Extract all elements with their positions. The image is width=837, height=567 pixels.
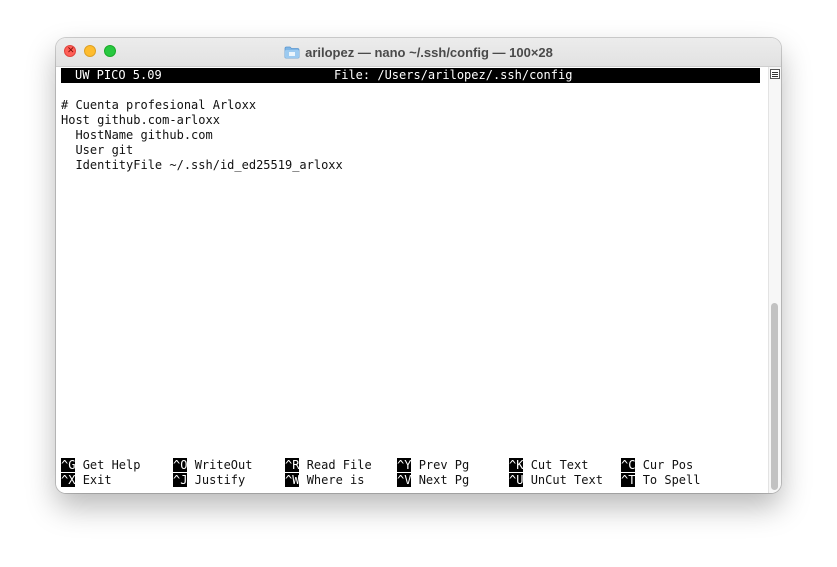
- shortcut-label: Exit: [82, 473, 112, 487]
- terminal-window: ✕ arilopez — nano ~/.ssh/config — 100×28…: [56, 38, 781, 493]
- shortcut-label: To Spell: [642, 473, 701, 487]
- file-line[interactable]: Host github.com-arloxx: [61, 113, 220, 128]
- shortcut-label: Cut Text: [530, 458, 589, 472]
- shortcut-key: ^R: [285, 458, 300, 472]
- shortcut-key: ^X: [61, 473, 76, 487]
- file-line[interactable]: # Cuenta profesional Arloxx: [61, 98, 256, 113]
- shortcut-where-is: ^W Where is: [285, 473, 364, 488]
- shortcut-key: ^C: [621, 458, 636, 472]
- shortcut-next-pg: ^V Next Pg: [397, 473, 469, 488]
- shortcut-cur-pos: ^C Cur Pos: [621, 458, 693, 473]
- editor-file-label: File: /Users/arilopez/.ssh/config: [334, 68, 573, 82]
- file-line[interactable]: IdentityFile ~/.ssh/id_ed25519_arloxx: [61, 158, 342, 173]
- shortcut-key: ^W: [285, 473, 300, 487]
- shortcut-label: WriteOut: [194, 458, 253, 472]
- shortcut-label: Get Help: [82, 458, 141, 472]
- shortcut-read-file: ^R Read File: [285, 458, 372, 473]
- shortcut-label: Justify: [194, 473, 246, 487]
- shortcut-to-spell: ^T To Spell: [621, 473, 700, 488]
- window-title-group: arilopez — nano ~/.ssh/config — 100×28: [56, 38, 781, 66]
- shortcut-key: ^K: [509, 458, 524, 472]
- shortcut-key: ^J: [173, 473, 188, 487]
- shortcut-writeout: ^O WriteOut: [173, 458, 252, 473]
- shortcut-get-help: ^G Get Help: [61, 458, 140, 473]
- shortcut-label: Next Pg: [418, 473, 470, 487]
- terminal-content[interactable]: UW PICO 5.09 File: /Users/arilopez/.ssh/…: [56, 67, 768, 493]
- editor-header: UW PICO 5.09 File: /Users/arilopez/.ssh/…: [61, 68, 760, 83]
- shortcut-key: ^O: [173, 458, 188, 472]
- scroll-handle-icon[interactable]: [770, 69, 780, 79]
- shortcut-justify: ^J Justify: [173, 473, 245, 488]
- shortcut-label: Read File: [306, 458, 372, 472]
- scroll-thumb[interactable]: [771, 303, 778, 490]
- shortcut-key: ^V: [397, 473, 412, 487]
- shortcut-exit: ^X Exit: [61, 473, 112, 488]
- editor-version: UW PICO 5.09: [75, 68, 162, 82]
- file-line[interactable]: HostName github.com: [61, 128, 212, 143]
- window-title: arilopez — nano ~/.ssh/config — 100×28: [305, 44, 553, 60]
- shortcut-label: Prev Pg: [418, 458, 470, 472]
- shortcut-prev-pg: ^Y Prev Pg: [397, 458, 469, 473]
- shortcut-key: ^Y: [397, 458, 412, 472]
- shortcut-label: UnCut Text: [530, 473, 603, 487]
- vertical-scrollbar[interactable]: [768, 67, 781, 493]
- shortcut-key: ^T: [621, 473, 636, 487]
- shortcut-label: Cur Pos: [642, 458, 694, 472]
- shortcut-label: Where is: [306, 473, 365, 487]
- folder-icon: [284, 46, 300, 58]
- shortcut-key: ^G: [61, 458, 76, 472]
- shortcut-key: ^U: [509, 473, 524, 487]
- file-line[interactable]: User git: [61, 143, 133, 158]
- shortcut-cut-text: ^K Cut Text: [509, 458, 588, 473]
- shortcut-uncut-text: ^U UnCut Text: [509, 473, 603, 488]
- title-bar[interactable]: ✕ arilopez — nano ~/.ssh/config — 100×28: [56, 38, 781, 67]
